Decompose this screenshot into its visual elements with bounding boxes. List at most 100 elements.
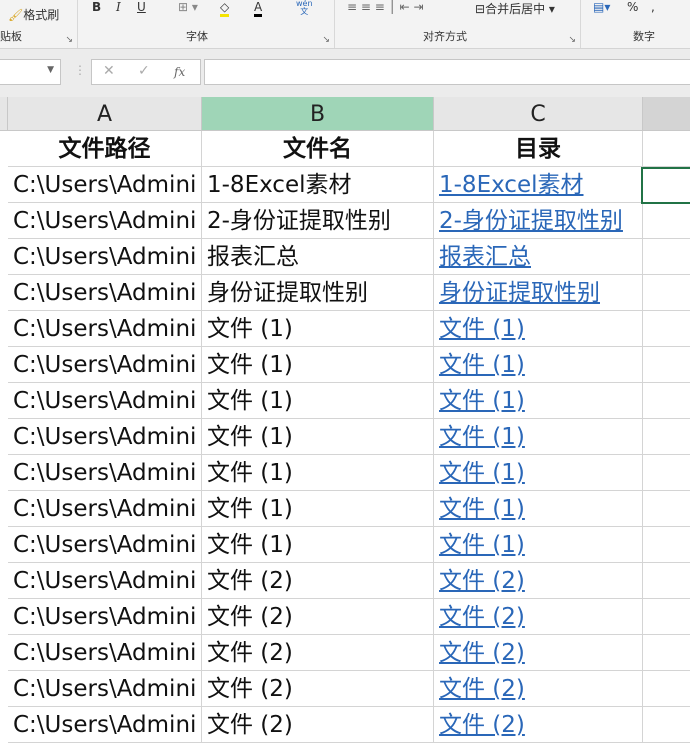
bold-button[interactable]: B (92, 0, 101, 14)
column-header-a[interactable]: A (8, 97, 202, 131)
format-painter-button[interactable]: 🖌格式刷 (8, 6, 59, 23)
dialog-launcher-icon[interactable]: ↘ (322, 35, 330, 45)
empty-cell[interactable] (643, 275, 690, 311)
header-cell[interactable]: 文件名 (202, 131, 434, 167)
empty-cell[interactable] (643, 239, 690, 275)
empty-cell[interactable] (643, 671, 690, 707)
cell[interactable]: 文件 (1) (202, 527, 434, 563)
cell[interactable]: C:\Users\Admini (8, 563, 202, 599)
cell[interactable]: 文件 (1) (202, 455, 434, 491)
hyperlink-cell[interactable]: 文件 (2) (434, 635, 643, 671)
cell[interactable]: C:\Users\Admini (8, 311, 202, 347)
chevron-down-icon[interactable]: ▼ (47, 65, 54, 75)
cell[interactable]: C:\Users\Admini (8, 167, 202, 203)
cell[interactable]: 文件 (2) (202, 671, 434, 707)
hyperlink-cell[interactable]: 身份证提取性别 (434, 275, 643, 311)
merge-center-button[interactable]: ⊟合并后居中 ▾ (475, 0, 555, 17)
cell[interactable]: 文件 (2) (202, 563, 434, 599)
header-cell[interactable]: 目录 (434, 131, 643, 167)
cell[interactable]: 文件 (2) (202, 707, 434, 743)
phonetic-button[interactable]: wén 文 (296, 0, 313, 16)
dialog-launcher-icon[interactable]: ↘ (568, 35, 576, 45)
cell[interactable]: 文件 (1) (202, 347, 434, 383)
hyperlink-cell[interactable]: 文件 (1) (434, 311, 643, 347)
clipboard-label: 贴板 (0, 30, 22, 43)
cell[interactable]: 文件 (1) (202, 491, 434, 527)
cell[interactable]: C:\Users\Admini (8, 419, 202, 455)
percent-button[interactable]: % (627, 0, 638, 14)
cell[interactable]: C:\Users\Admini (8, 275, 202, 311)
empty-cell[interactable] (643, 203, 690, 239)
empty-cell[interactable] (643, 419, 690, 455)
empty-cell[interactable] (643, 563, 690, 599)
column-header-b[interactable]: B (202, 97, 434, 131)
cell[interactable]: C:\Users\Admini (8, 203, 202, 239)
fill-color-button[interactable]: ◇ (220, 0, 230, 17)
empty-cell[interactable] (643, 311, 690, 347)
empty-cell[interactable] (643, 455, 690, 491)
selected-cell[interactable] (641, 167, 690, 204)
cell[interactable]: 身份证提取性别 (202, 275, 434, 311)
dialog-launcher-icon[interactable]: ↘ (65, 35, 73, 45)
hyperlink-cell[interactable]: 文件 (1) (434, 419, 643, 455)
hyperlink-cell[interactable]: 2-身份证提取性别 (434, 203, 643, 239)
empty-cell[interactable] (643, 383, 690, 419)
hyperlink-cell[interactable]: 文件 (1) (434, 347, 643, 383)
empty-cell[interactable] (643, 131, 690, 167)
cell[interactable]: C:\Users\Admini (8, 383, 202, 419)
comma-button[interactable]: , (651, 0, 655, 14)
empty-cell[interactable] (643, 707, 690, 743)
cell[interactable]: 文件 (1) (202, 419, 434, 455)
border-button[interactable]: ⊞ ▾ (178, 0, 198, 14)
hyperlink-cell[interactable]: 1-8Excel素材 (434, 167, 643, 203)
hyperlink-cell[interactable]: 文件 (2) (434, 707, 643, 743)
cell[interactable]: C:\Users\Admini (8, 347, 202, 383)
empty-cell[interactable] (643, 347, 690, 383)
alignment-label: 对齐方式 (423, 30, 467, 43)
hyperlink-cell[interactable]: 文件 (2) (434, 599, 643, 635)
hyperlink-cell[interactable]: 文件 (1) (434, 383, 643, 419)
hyperlink-cell[interactable]: 文件 (1) (434, 455, 643, 491)
formula-input[interactable] (204, 59, 690, 85)
hyperlink-cell[interactable]: 文件 (1) (434, 527, 643, 563)
enter-icon[interactable]: ✓ (138, 63, 150, 79)
cell[interactable]: 文件 (1) (202, 311, 434, 347)
cell[interactable]: C:\Users\Admini (8, 455, 202, 491)
cell[interactable]: 报表汇总 (202, 239, 434, 275)
column-header-d[interactable] (643, 97, 690, 131)
hyperlink-cell[interactable]: 报表汇总 (434, 239, 643, 275)
hyperlink-cell[interactable]: 文件 (1) (434, 491, 643, 527)
select-all-corner[interactable] (0, 97, 8, 131)
empty-cell[interactable] (643, 491, 690, 527)
cell[interactable]: C:\Users\Admini (8, 707, 202, 743)
cell[interactable]: 文件 (1) (202, 383, 434, 419)
grip-icon[interactable]: ⋮ (74, 63, 86, 77)
header-cell[interactable]: 文件路径 (8, 131, 202, 167)
alignment-group: ≡ ≡ ≡ │ ⇤ ⇥ ⊟合并后居中 ▾ 对齐方式 ↘ (335, 0, 581, 48)
cell[interactable]: 1-8Excel素材 (202, 167, 434, 203)
hyperlink-cell[interactable]: 文件 (2) (434, 563, 643, 599)
name-box[interactable]: ▼ (0, 59, 61, 85)
underline-button[interactable]: U (137, 0, 146, 14)
number-format-button[interactable]: ▤▾ (593, 0, 610, 14)
cell[interactable]: C:\Users\Admini (8, 671, 202, 707)
column-header-c[interactable]: C (434, 97, 643, 131)
brush-icon: 🖌 (8, 8, 24, 22)
cell[interactable]: C:\Users\Admini (8, 491, 202, 527)
cell[interactable]: 2-身份证提取性别 (202, 203, 434, 239)
empty-cell[interactable] (643, 527, 690, 563)
cell[interactable]: C:\Users\Admini (8, 599, 202, 635)
hyperlink-cell[interactable]: 文件 (2) (434, 671, 643, 707)
empty-cell[interactable] (643, 599, 690, 635)
cell[interactable]: C:\Users\Admini (8, 239, 202, 275)
cancel-icon[interactable]: ✕ (103, 63, 115, 79)
italic-button[interactable]: I (116, 0, 121, 14)
empty-cell[interactable] (643, 635, 690, 671)
cell[interactable]: C:\Users\Admini (8, 635, 202, 671)
insert-function-icon[interactable]: fx (174, 65, 185, 79)
align-buttons[interactable]: ≡ ≡ ≡ │ ⇤ ⇥ (347, 0, 424, 14)
cell[interactable]: 文件 (2) (202, 599, 434, 635)
font-color-button[interactable]: A (254, 0, 263, 17)
cell[interactable]: 文件 (2) (202, 635, 434, 671)
cell[interactable]: C:\Users\Admini (8, 527, 202, 563)
